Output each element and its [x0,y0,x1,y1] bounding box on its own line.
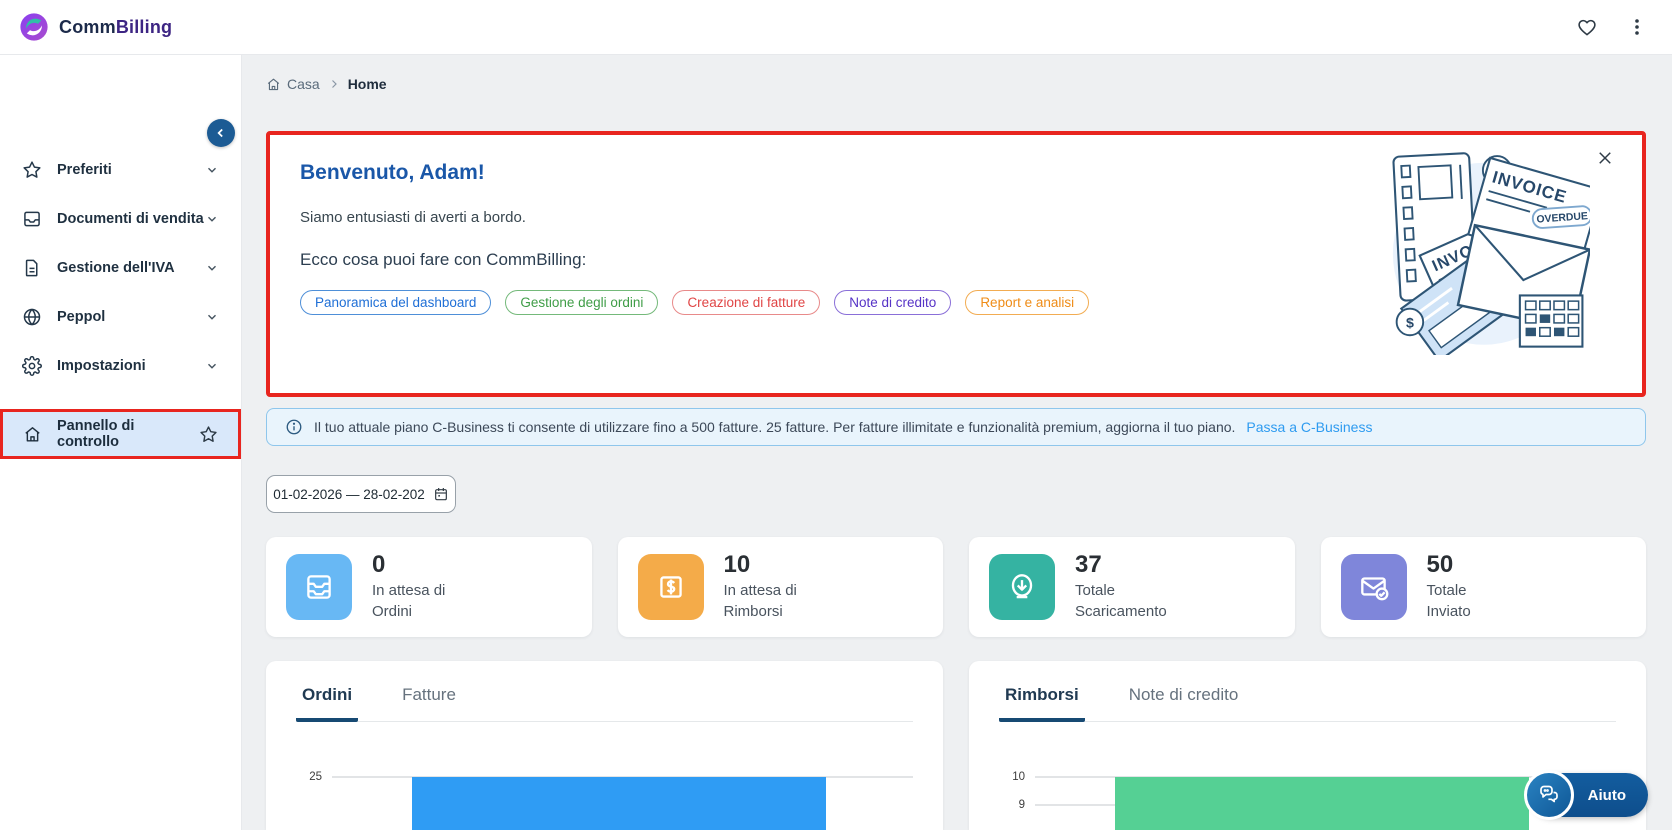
y-axis-tick: 25 [309,771,322,783]
chip-note-di-credito[interactable]: Note di credito [834,290,952,315]
chart-tabs: Ordini Fatture [296,685,913,722]
chevron-right-icon [328,78,340,90]
chip-report-analisi[interactable]: Report e analisi [965,290,1090,315]
y-axis-tick: 10 [1012,771,1025,783]
download-icon [989,554,1055,620]
breadcrumb-label: Casa [287,76,320,92]
stat-card-inviato: 50 Totale Inviato [1320,537,1646,637]
chip-gestione-ordini[interactable]: Gestione degli ordini [505,290,659,315]
document-icon [22,258,42,278]
sidebar-item-label: Pannello di controllo [57,418,135,450]
welcome-banner: Benvenuto, Adam! Siamo entusiasti di ave… [270,135,1642,393]
sidebar-item-peppol[interactable]: Peppol [0,299,241,335]
gear-icon [22,356,42,376]
tab-ordini[interactable]: Ordini [296,685,359,722]
stat-label: In attesa di Rimborsi [723,582,797,620]
sidebar-item-preferiti[interactable]: Preferiti [0,152,241,188]
calendar-icon [433,486,449,502]
chevron-down-icon [205,163,219,177]
home-icon [266,77,281,92]
stat-value: 0 [372,551,386,579]
chat-icon [1523,770,1574,820]
inbox-icon [22,209,42,229]
sidebar-item-documenti-di-vendita[interactable]: Documenti di vendita [0,201,241,237]
globe-icon [22,307,42,327]
chevron-down-icon [205,310,219,324]
home-icon [23,425,42,444]
help-button[interactable]: Aiuto [1523,770,1648,820]
inbox-tray-icon [286,554,352,620]
sidebar-item-label: Documenti di vendita [57,211,204,227]
stat-value: 10 [723,551,751,579]
info-icon [285,418,303,436]
y-axis-tick: 9 [1018,799,1025,811]
stat-label: In attesa di Ordini [372,582,446,620]
star-icon[interactable] [199,425,218,444]
chevron-left-icon [217,128,223,138]
feature-chips: Panoramica del dashboard Gestione degli … [300,290,1612,315]
stats-row: 0 In attesa di Ordini 10 In attesa di Rimb… [266,537,1646,637]
dollar-square-icon [637,554,704,620]
mail-check-icon [1340,554,1407,620]
breadcrumb-current: Home [347,76,387,92]
stat-value: 50 [1426,551,1454,579]
breadcrumb-item-casa[interactable]: Casa [266,76,320,92]
sidebar-item-label: Peppol [57,309,106,325]
help-label: Aiuto [1587,786,1626,804]
stat-card-rimborsi: 10 In attesa di Rimborsi [617,537,943,637]
stat-label: Totale Inviato [1426,582,1471,620]
stat-value: 37 [1075,551,1102,579]
sidebar-item-pannello-di-controllo[interactable]: Pannello di controllo [3,412,238,456]
svg-text:$: $ [1406,316,1414,332]
bar-rimborsi [1115,777,1529,830]
upgrade-plan-link[interactable]: Passa a C-Business [1246,419,1372,435]
chart-tabs: Rimborsi Note di credito [999,685,1616,722]
plan-alert-banner: Il tuo attuale piano C-Business ti conse… [266,408,1646,446]
tab-fatture[interactable]: Fatture [396,685,462,722]
stat-card-scaricamento: 37 Totale Scaricamento [969,537,1295,637]
sidebar-collapse-button[interactable] [207,119,235,147]
date-range-picker[interactable]: 01-02-2026 — 28-02-202 [266,475,456,513]
chevron-down-icon [205,359,219,373]
bar-chart-ordini: 25 [296,742,913,830]
sidebar-item-gestione-iva[interactable]: Gestione dell'IVA [0,250,241,286]
plan-alert-text: Il tuo attuale piano C-Business ti conse… [314,419,1236,435]
main-content: Casa Home Benvenuto, Adam! Siamo entusia… [242,55,1672,830]
chart-panel-ordini: Ordini Fatture 25 [266,661,943,830]
chip-panoramica-dashboard[interactable]: Panoramica del dashboard [300,290,492,315]
welcome-title: Benvenuto, Adam! [300,161,485,184]
annotation-highlight-sidebar: Pannello di controllo [0,409,241,459]
sidebar-item-label: Gestione dell'IVA [57,260,175,276]
chip-creazione-fatture[interactable]: Creazione di fatture [672,290,821,315]
stat-label: Totale Scaricamento [1075,582,1167,620]
app-logo[interactable]: CommBilling [18,11,172,43]
bar-chart-rimborsi: 10 9 [999,742,1616,830]
tab-note-di-credito[interactable]: Note di credito [1123,685,1245,722]
heart-icon[interactable] [1576,16,1598,38]
date-range-value: 01-02-2026 — 28-02-202 [273,486,425,502]
welcome-lead: Ecco cosa puoi fare con CommBilling: [300,250,587,269]
breadcrumb: Casa Home [266,71,1646,97]
star-icon [22,160,42,180]
stat-card-ordini: 0 In attesa di Ordini [266,537,592,637]
welcome-subtitle: Siamo entusiasti di averti a bordo. [300,209,526,226]
chevron-down-icon [205,212,219,226]
tab-rimborsi[interactable]: Rimborsi [999,685,1085,722]
sidebar-item-impostazioni[interactable]: Impostazioni [0,348,241,384]
sidebar-item-label: Impostazioni [57,358,146,374]
sidebar-item-label: Preferiti [57,162,112,178]
logo-text: CommBilling [59,16,173,37]
top-header: CommBilling [0,0,1672,55]
sidebar: Preferiti Documenti di vendita Gestione … [0,55,242,830]
charts-row: Ordini Fatture 25 Rimborsi Note di credi… [266,661,1646,830]
bar-ordini [412,777,826,830]
kebab-menu-icon[interactable] [1628,17,1646,37]
logo-swirl-icon [18,11,50,43]
annotation-highlight-welcome-banner: Benvenuto, Adam! Siamo entusiasti di ave… [266,131,1646,397]
chevron-down-icon [205,261,219,275]
close-icon[interactable] [1596,149,1614,167]
